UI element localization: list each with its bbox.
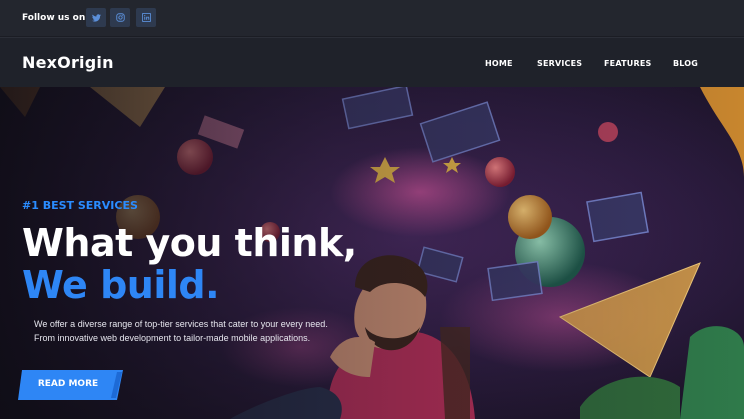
- nav-link-services[interactable]: SERVICES: [537, 59, 582, 68]
- main-navbar: NexOrigin HOME SERVICES FEATURES BLOG: [0, 37, 744, 88]
- hero-description-line2: From innovative web development to tailo…: [34, 333, 311, 343]
- nav-link-home[interactable]: HOME: [485, 59, 513, 68]
- linkedin-link[interactable]: [136, 8, 156, 27]
- hero-eyebrow: #1 BEST SERVICES: [22, 199, 138, 212]
- nav-link-blog[interactable]: BLOG: [673, 59, 698, 68]
- hero-section: #1 BEST SERVICES What you think, We buil…: [0, 87, 744, 419]
- read-more-button[interactable]: READ MORE: [18, 370, 123, 400]
- twitter-icon: [91, 13, 101, 22]
- hero-description: We offer a diverse range of top-tier ser…: [34, 317, 354, 345]
- hero-headline-line2: We build.: [22, 263, 220, 307]
- linkedin-icon: [141, 13, 151, 22]
- top-bar: Follow us on :: [0, 0, 744, 36]
- nav-link-features[interactable]: FEATURES: [604, 59, 651, 68]
- twitter-link[interactable]: [86, 8, 106, 27]
- hero-description-line1: We offer a diverse range of top-tier ser…: [34, 319, 328, 329]
- instagram-icon: [115, 13, 125, 22]
- hero-headline-line1: What you think,: [22, 221, 357, 265]
- follow-us-label: Follow us on :: [22, 13, 92, 23]
- instagram-link[interactable]: [110, 8, 130, 27]
- brand-logo[interactable]: NexOrigin: [22, 53, 114, 72]
- read-more-label: READ MORE: [37, 379, 99, 389]
